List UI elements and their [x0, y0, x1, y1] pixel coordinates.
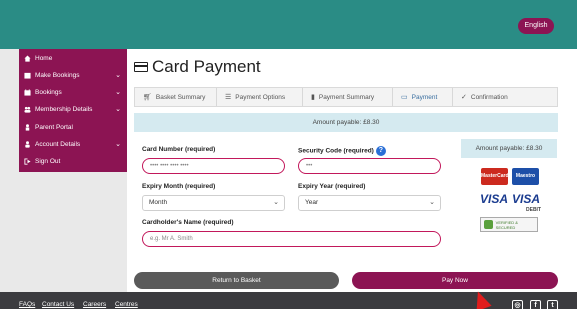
maestro-logo: Maestro [512, 168, 539, 185]
chevron-down-icon: ⌄ [429, 199, 435, 206]
security-code-label: Security Code (required)? [298, 146, 386, 156]
chevron-down-icon: ⌄ [273, 199, 279, 206]
signout-icon [24, 158, 31, 165]
top-header: English [0, 0, 577, 49]
expiry-month-label: Expiry Month (required) [142, 183, 216, 190]
footer-link-centres[interactable]: Centres [115, 301, 138, 308]
cardholder-name-input[interactable]: e.g. Mr A. Smith [142, 231, 441, 247]
chevron-down-icon: ⌄ [115, 141, 121, 148]
facebook-icon[interactable]: f [530, 300, 541, 309]
security-code-input[interactable]: ••• [298, 158, 441, 174]
instagram-icon[interactable]: ◎ [512, 300, 523, 309]
calendar-icon [24, 89, 31, 96]
step-confirmation[interactable]: ✓ Confirmation [453, 88, 557, 106]
step-label: Payment Summary [318, 93, 375, 101]
twitter-icon[interactable]: t [547, 300, 558, 309]
visa-debit-logo: VISA [512, 192, 541, 206]
check-icon: ✓ [461, 94, 467, 101]
return-to-basket-button[interactable]: Return to Basket [134, 272, 339, 289]
page-title-text: Card Payment [152, 57, 261, 76]
footer-link-careers[interactable]: Careers [83, 301, 106, 308]
sidebar-item-parent-portal[interactable]: Parent Portal [19, 119, 127, 136]
step-payment-options[interactable]: ☰ Payment Options [217, 88, 303, 106]
footer-link-contact-us[interactable]: Contact Us [42, 301, 74, 308]
pay-now-button[interactable]: Pay Now [352, 272, 558, 289]
sidebar-item-label: Parent Portal [35, 124, 73, 131]
card-icon: ▭ [401, 94, 408, 101]
sidebar-item-sign-out[interactable]: Sign Out [19, 153, 127, 170]
expiry-year-value: Year [305, 199, 319, 206]
chevron-down-icon: ⌄ [115, 72, 121, 79]
bookings-icon [24, 72, 31, 79]
step-label: Payment [411, 93, 438, 101]
amount-payable-banner: Amount payable: £8.30 [134, 113, 558, 132]
expiry-month-select[interactable]: Month ⌄ [142, 195, 285, 211]
user-icon [24, 124, 31, 131]
sidebar-item-label: Bookings [35, 89, 62, 96]
step-label: Payment Options [235, 93, 286, 101]
sidebar-item-account-details[interactable]: Account Details ⌄ [19, 136, 127, 153]
footer: FAQs Contact Us Careers Centres [0, 292, 577, 309]
sidebar-item-bookings[interactable]: Bookings ⌄ [19, 84, 127, 101]
sidebar-item-label: Home [35, 55, 53, 62]
secure-payment-badge: VERIFIED & SECURED [480, 217, 538, 232]
chevron-down-icon: ⌄ [115, 89, 121, 96]
checkout-steps: 🛒︎ Basket Summary ☰ Payment Options ▮ Pa… [134, 87, 558, 107]
page-title: Card Payment [134, 57, 261, 77]
step-label: Confirmation [470, 93, 508, 101]
step-payment[interactable]: ▭ Payment [393, 88, 453, 106]
step-payment-summary[interactable]: ▮ Payment Summary [303, 88, 393, 106]
group-icon [24, 106, 31, 113]
security-code-label-text: Security Code (required) [298, 147, 374, 155]
expiry-month-value: Month [149, 199, 168, 206]
step-basket-summary[interactable]: 🛒︎ Basket Summary [135, 88, 217, 106]
expiry-year-label: Expiry Year (required) [298, 183, 366, 190]
sidebar-item-label: Make Bookings [35, 72, 80, 79]
home-icon [24, 55, 31, 62]
chevron-down-icon: ⌄ [115, 106, 121, 113]
document-icon: ▮ [311, 94, 315, 101]
cardholder-name-label: Cardholder's Name (required) [142, 219, 234, 226]
cart-icon: 🛒︎ [143, 94, 152, 101]
sidebar-item-membership-details[interactable]: Membership Details ⌄ [19, 101, 127, 118]
debit-label: DEBIT [526, 207, 541, 213]
card-number-input[interactable]: •••• •••• •••• •••• [142, 158, 285, 174]
sidebar-item-make-bookings[interactable]: Make Bookings ⌄ [19, 67, 127, 84]
sidebar-item-home[interactable]: Home [19, 50, 127, 67]
help-icon[interactable]: ? [375, 146, 386, 156]
list-icon: ☰ [225, 94, 232, 101]
shield-icon [484, 220, 493, 229]
user-icon [24, 141, 31, 148]
language-button[interactable]: English [518, 18, 554, 34]
secure-badge-text: VERIFIED & SECURED [495, 219, 518, 230]
sidebar-item-label: Sign Out [35, 158, 61, 165]
sidebar-item-label: Membership Details [35, 106, 93, 113]
visa-logo: VISA [480, 192, 509, 206]
card-number-label: Card Number (required) [142, 146, 216, 153]
sidebar-item-label: Account Details [35, 141, 81, 148]
sidebar: Home Make Bookings ⌄ Bookings ⌄ Membersh… [19, 49, 127, 172]
footer-link-faqs[interactable]: FAQs [19, 301, 35, 308]
step-label: Basket Summary [155, 93, 206, 101]
mastercard-logo: MasterCard [481, 168, 509, 185]
expiry-year-select[interactable]: Year ⌄ [298, 195, 441, 211]
side-amount-payable: Amount payable: £8.30 [461, 139, 557, 158]
credit-card-icon [134, 62, 148, 72]
